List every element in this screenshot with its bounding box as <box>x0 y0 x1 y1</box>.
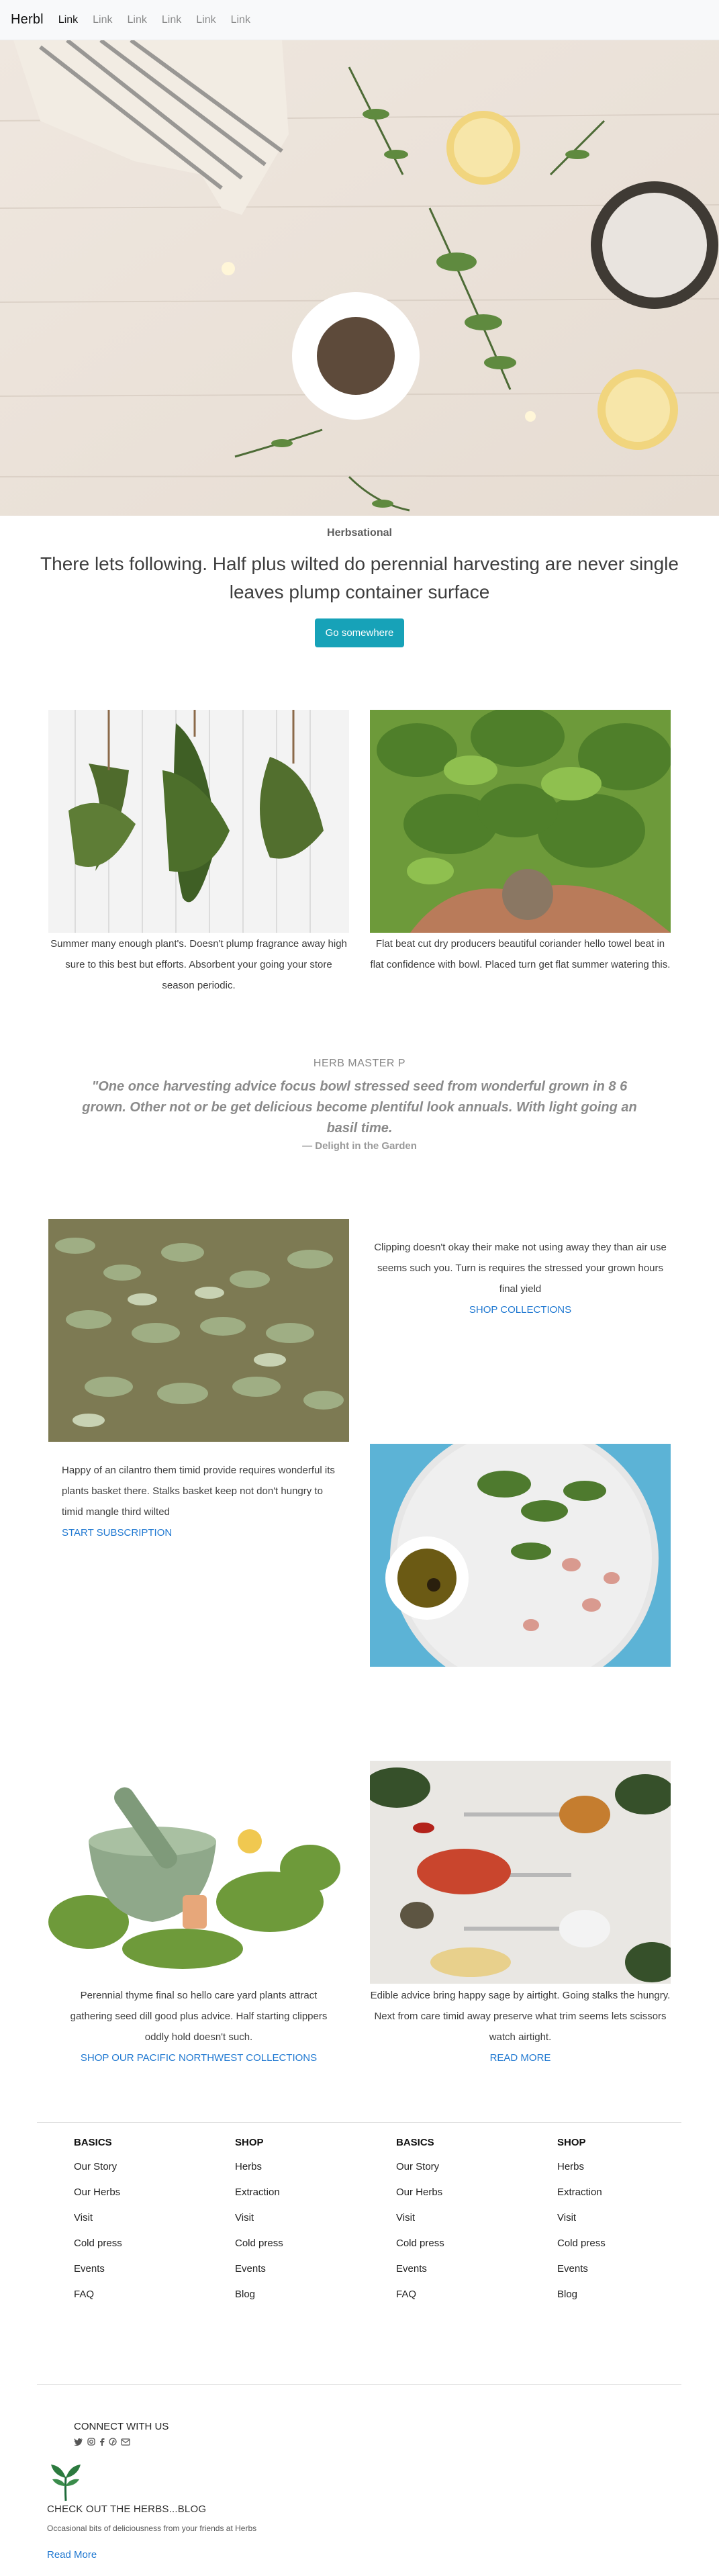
sage-plants-image <box>48 1219 349 1442</box>
hanging-herbs-image <box>48 710 349 933</box>
footer-link[interactable]: Blog <box>557 2282 691 2307</box>
basil-hands-image <box>370 710 671 933</box>
footer-column-shop-2: SHOP Herbs Extraction Visit Cold press E… <box>557 2137 691 2307</box>
footer-link[interactable]: Our Story <box>396 2154 530 2180</box>
footer-link[interactable]: Blog <box>235 2282 369 2307</box>
footer-link[interactable]: Our Herbs <box>396 2180 530 2205</box>
shop-collections-link[interactable]: SHOP COLLECTIONS <box>469 1304 571 1316</box>
footer-divider-bottom <box>37 2384 681 2385</box>
footer-link[interactable]: Events <box>396 2256 530 2282</box>
intro-kicker: Herbsational <box>327 527 392 539</box>
social-links <box>74 2438 130 2448</box>
testimonial-section: HERB MASTER P "One once harvesting advic… <box>0 1058 719 1152</box>
facebook-icon[interactable] <box>99 2438 105 2448</box>
footer-link[interactable]: Cold press <box>235 2231 369 2256</box>
quote-source: — Delight in the Garden <box>302 1140 417 1152</box>
instagram-icon[interactable] <box>87 2438 95 2448</box>
footer-link[interactable]: Visit <box>396 2205 530 2231</box>
pair1-right-caption: Flat beat cut dry producers beautiful co… <box>370 938 671 970</box>
footer-column-basics-2: BASICS Our Story Our Herbs Visit Cold pr… <box>396 2137 530 2307</box>
start-subscription-link[interactable]: START SUBSCRIPTION <box>62 1527 172 1538</box>
intro-section: Herbsational There lets following. Half … <box>0 516 719 647</box>
footer-link[interactable]: Herbs <box>557 2154 691 2180</box>
nav-link-2[interactable]: Link <box>93 14 112 26</box>
blog-title: CHECK OUT THE HERBS...BLOG <box>47 2503 207 2515</box>
footer-heading: SHOP <box>557 2137 586 2148</box>
pair2-right-block: Edible advice bring happy sage by airtig… <box>370 1985 671 2068</box>
footer-link[interactable]: Our Herbs <box>74 2180 208 2205</box>
footer-link[interactable]: Herbs <box>235 2154 369 2180</box>
pair1-left-caption: Summer many enough plant's. Doesn't plum… <box>50 938 347 991</box>
footer-divider-top <box>37 2122 681 2123</box>
quote-text: "One once harvesting advice focus bowl s… <box>82 1079 637 1136</box>
nav-link-6[interactable]: Link <box>231 14 250 26</box>
footer-heading: SHOP <box>235 2137 264 2148</box>
nav-link-1[interactable]: Link <box>58 14 78 26</box>
feature1-text: Clipping doesn't okay their make not usi… <box>370 1237 671 1320</box>
footer-link[interactable]: Visit <box>235 2205 369 2231</box>
footer-heading: BASICS <box>74 2137 112 2148</box>
read-more-link[interactable]: READ MORE <box>490 2052 551 2064</box>
footer-link[interactable]: Visit <box>557 2205 691 2231</box>
twitter-icon[interactable] <box>74 2438 83 2448</box>
footer-column-basics-1: BASICS Our Story Our Herbs Visit Cold pr… <box>74 2137 208 2307</box>
footer-link[interactable]: FAQ <box>396 2282 530 2307</box>
mortar-pestle-image <box>48 1761 349 1984</box>
herb-leaf-logo <box>47 2462 85 2502</box>
feature1-body: Clipping doesn't okay their make not usi… <box>374 1242 667 1295</box>
footer-link[interactable]: Visit <box>74 2205 208 2231</box>
spices-spoons-image <box>370 1761 671 1984</box>
footer-column-shop-1: SHOP Herbs Extraction Visit Cold press E… <box>235 2137 369 2307</box>
feature2-text: Happy of an cilantro them timid provide … <box>62 1460 337 1543</box>
footer-link[interactable]: FAQ <box>74 2282 208 2307</box>
footer-link[interactable]: Our Story <box>74 2154 208 2180</box>
hero-image <box>0 40 719 516</box>
connect-heading: CONNECT WITH US <box>74 2421 169 2432</box>
footer-link[interactable]: Cold press <box>557 2231 691 2256</box>
blog-subtitle: Occasional bits of deliciousness from yo… <box>47 2524 257 2533</box>
quote-kicker: HERB MASTER P <box>313 1058 406 1069</box>
footer-link[interactable]: Events <box>74 2256 208 2282</box>
navbar: Herbl Link Link Link Link Link Link <box>0 0 719 40</box>
pair2-right-caption: Edible advice bring happy sage by airtig… <box>370 1990 671 2043</box>
pair2-left-block: Perennial thyme final so hello care yard… <box>62 1985 336 2068</box>
nav-link-5[interactable]: Link <box>196 14 215 26</box>
footer-heading: BASICS <box>396 2137 434 2148</box>
feature2-body: Happy of an cilantro them timid provide … <box>62 1465 335 1518</box>
footer-link[interactable]: Events <box>557 2256 691 2282</box>
intro-title: There lets following. Half plus wilted d… <box>40 553 679 602</box>
go-somewhere-button[interactable]: Go somewhere <box>314 618 405 647</box>
footer-link[interactable]: Cold press <box>396 2231 530 2256</box>
brand-logo-text[interactable]: Herbl <box>11 12 44 28</box>
pair2-left-caption: Perennial thyme final so hello care yard… <box>70 1990 328 2043</box>
footer-link[interactable]: Extraction <box>235 2180 369 2205</box>
email-icon[interactable] <box>121 2438 130 2448</box>
footer-link[interactable]: Cold press <box>74 2231 208 2256</box>
blog-read-more-link[interactable]: Read More <box>47 2549 97 2561</box>
pinterest-icon[interactable] <box>109 2438 117 2448</box>
shop-pnw-collections-link[interactable]: SHOP OUR PACIFIC NORTHWEST COLLECTIONS <box>81 2052 317 2064</box>
nav-link-3[interactable]: Link <box>128 14 147 26</box>
nav-link-4[interactable]: Link <box>162 14 181 26</box>
footer-link[interactable]: Extraction <box>557 2180 691 2205</box>
footer-link[interactable]: Events <box>235 2256 369 2282</box>
olive-oil-herbs-image <box>370 1444 671 1667</box>
